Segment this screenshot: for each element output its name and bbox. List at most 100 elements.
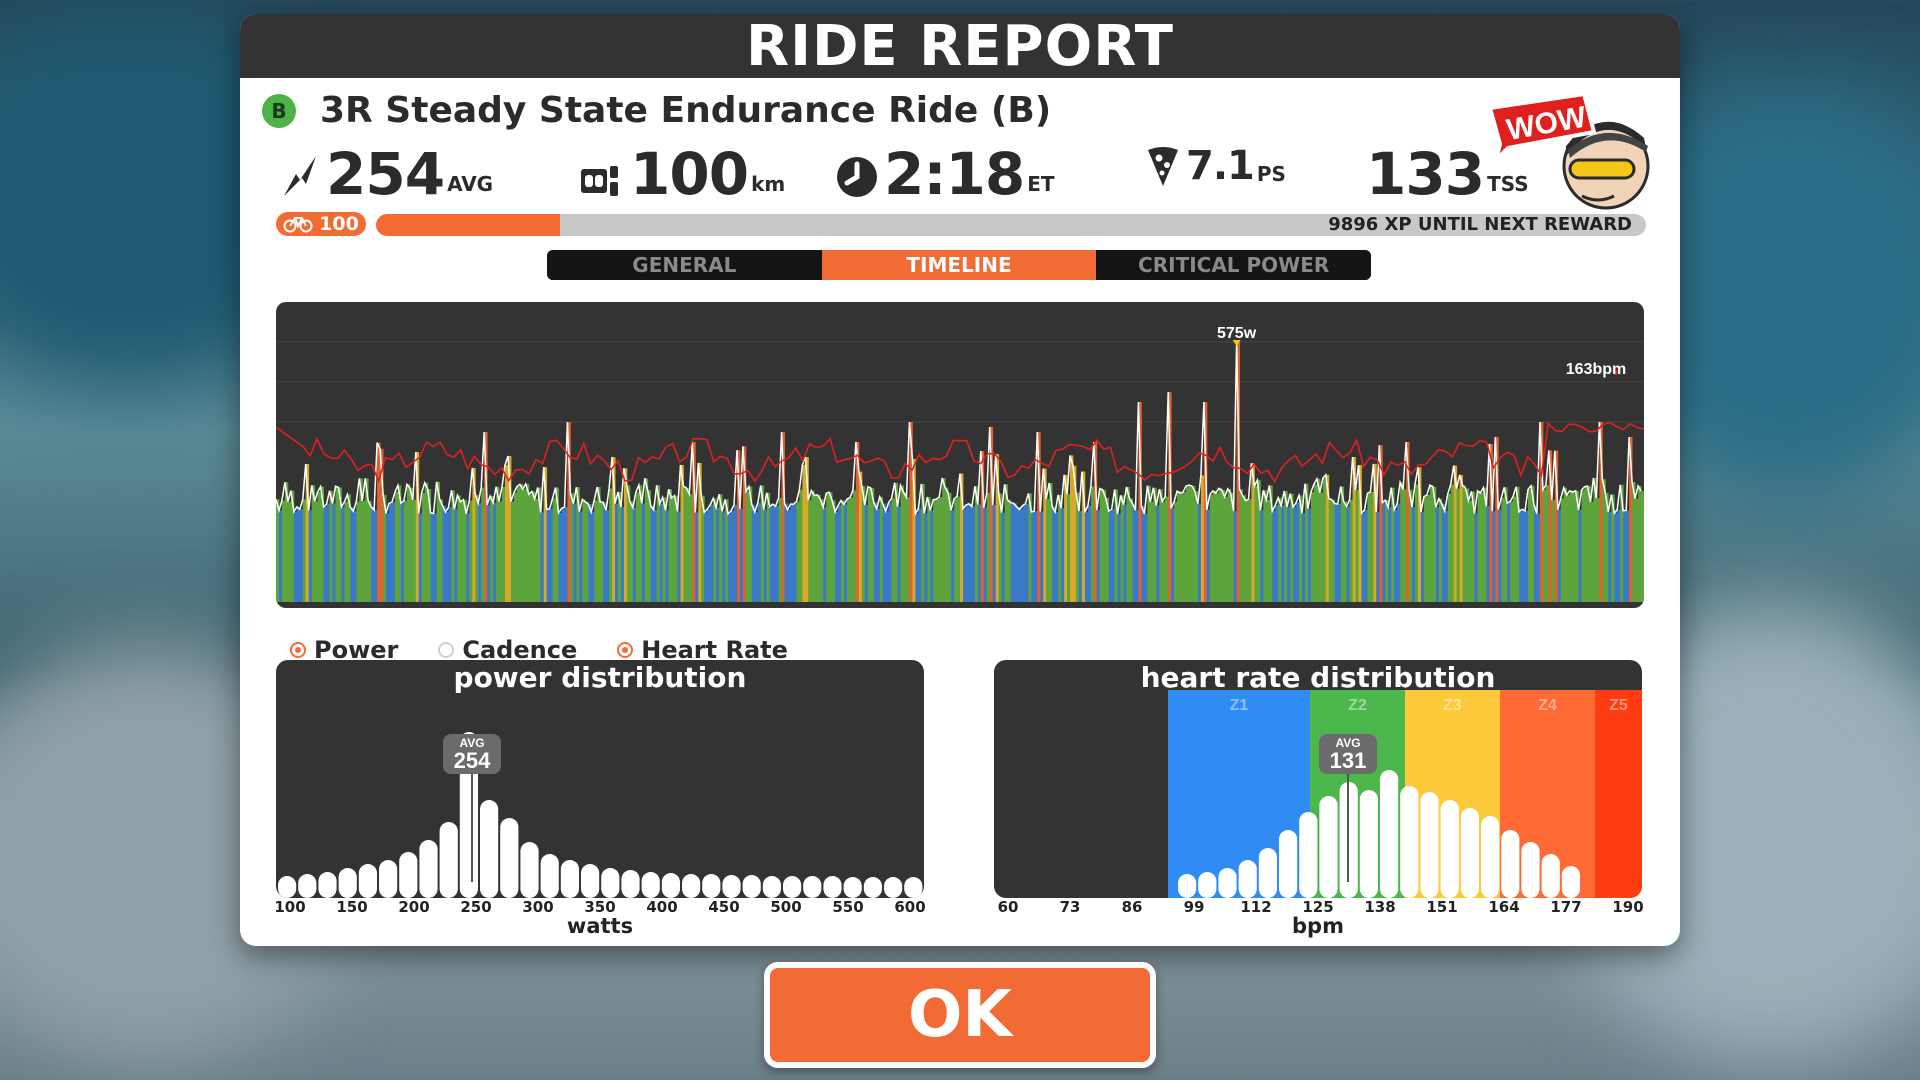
ride-title-row: B 3R Steady State Endurance Ride (B)	[262, 90, 1051, 131]
power-bar	[1587, 486, 1591, 602]
axis-tick-label: 500	[770, 898, 802, 916]
power-bar	[683, 486, 687, 602]
power-bar	[585, 501, 589, 602]
power-bar	[1331, 499, 1336, 602]
power-bar	[561, 508, 565, 602]
power-bar	[971, 506, 976, 602]
power-bar	[1108, 511, 1113, 602]
power-bar	[1132, 503, 1136, 602]
power-bar	[992, 505, 997, 602]
power-bar	[1557, 509, 1562, 602]
power-bar	[621, 507, 625, 602]
power-bar	[344, 501, 348, 602]
power-bar	[525, 484, 530, 602]
power-bar	[977, 504, 982, 602]
power-bar	[1046, 499, 1050, 602]
power-bar	[739, 509, 744, 602]
stat-power: 254 AVG	[280, 144, 493, 204]
power-bar	[930, 510, 934, 602]
heart-rate-radio[interactable]	[617, 642, 634, 658]
distribution-bar	[823, 876, 842, 898]
power-bar	[1096, 510, 1101, 602]
distribution-bar	[682, 874, 701, 898]
power-bar	[1504, 487, 1508, 602]
power-bar	[1141, 505, 1145, 602]
power-bar	[1209, 494, 1214, 602]
power-bar	[1441, 503, 1446, 602]
power-bar	[1444, 511, 1449, 602]
peak-heart-rate-label: 163bpm	[1566, 361, 1626, 378]
distribution-bar	[1440, 800, 1459, 898]
heart-rate-distribution-panel: Z1 Z2 Z3 Z4 Z5 AVG 131 heart rate distribution	[994, 660, 1642, 898]
ok-button[interactable]: OK	[764, 962, 1156, 1068]
wow-badge-icon: WOW!	[1487, 91, 1650, 210]
power-bar	[302, 499, 307, 602]
power-bar	[350, 507, 354, 602]
power-bar	[1635, 498, 1639, 602]
power-distribution-title: power distribution	[453, 661, 747, 694]
axis-tick-label: 164	[1488, 898, 1520, 916]
power-bar	[1183, 492, 1187, 602]
distribution-bar	[1380, 770, 1399, 898]
power-bar	[406, 484, 411, 602]
power-bar	[570, 493, 574, 602]
power-radio[interactable]	[290, 642, 306, 658]
power-bar	[353, 511, 357, 602]
power-bar	[558, 512, 562, 602]
cadence-radio[interactable]	[438, 642, 455, 658]
power-bar	[1233, 511, 1237, 602]
power-bar	[400, 503, 405, 602]
power-bar	[1248, 499, 1252, 602]
power-bar	[323, 507, 327, 602]
power-bar	[1563, 487, 1568, 602]
power-bar	[790, 504, 794, 602]
power-bar	[1010, 502, 1014, 602]
axis-tick-label: 400	[646, 898, 678, 916]
power-bar	[829, 492, 833, 602]
power-bar	[647, 490, 652, 602]
power-bar	[927, 497, 931, 602]
power-bar	[900, 485, 904, 602]
power-bar	[552, 498, 556, 602]
power-bar	[1102, 489, 1107, 602]
power-bar	[1638, 485, 1642, 602]
power-bar	[573, 503, 577, 602]
power-bar	[888, 502, 892, 602]
clock-icon	[837, 157, 877, 197]
power-bar	[1403, 489, 1407, 602]
power-bar	[1578, 509, 1582, 602]
power-bar	[1492, 511, 1496, 602]
power-bar	[1569, 490, 1574, 602]
power-bar	[850, 497, 854, 602]
power-bar	[1385, 500, 1389, 602]
power-bar	[1382, 502, 1386, 602]
power-bar	[362, 500, 366, 602]
tab-timeline[interactable]: TIMELINE	[821, 250, 1097, 280]
power-bar	[951, 510, 955, 602]
power-bar	[808, 500, 812, 602]
power-bar	[873, 502, 878, 602]
power-bar	[448, 507, 452, 602]
power-bar	[430, 512, 434, 602]
power-bar	[1334, 503, 1339, 602]
distribution-bar	[1561, 866, 1580, 898]
distribution-bar	[1279, 830, 1298, 898]
distribution-bar	[520, 842, 539, 898]
power-bar	[1459, 474, 1463, 602]
power-bar	[811, 490, 815, 602]
power-bar	[299, 509, 304, 602]
power-bar	[1120, 495, 1124, 602]
power-bar	[963, 508, 967, 602]
tab-general[interactable]: GENERAL	[547, 250, 822, 280]
axis-tick-label: 190	[1612, 898, 1644, 916]
power-bar	[1302, 513, 1306, 602]
tab-critical-power[interactable]: CRITICAL POWER	[1096, 250, 1371, 280]
power-bar	[870, 488, 875, 602]
power-bar	[1111, 509, 1116, 602]
distribution-bar	[399, 852, 418, 898]
distribution-bar	[1178, 874, 1197, 898]
distribution-bar	[298, 874, 317, 898]
power-bar	[389, 503, 393, 602]
stat-time: 2:18 ET	[836, 144, 1055, 204]
power-bar	[1429, 485, 1434, 602]
